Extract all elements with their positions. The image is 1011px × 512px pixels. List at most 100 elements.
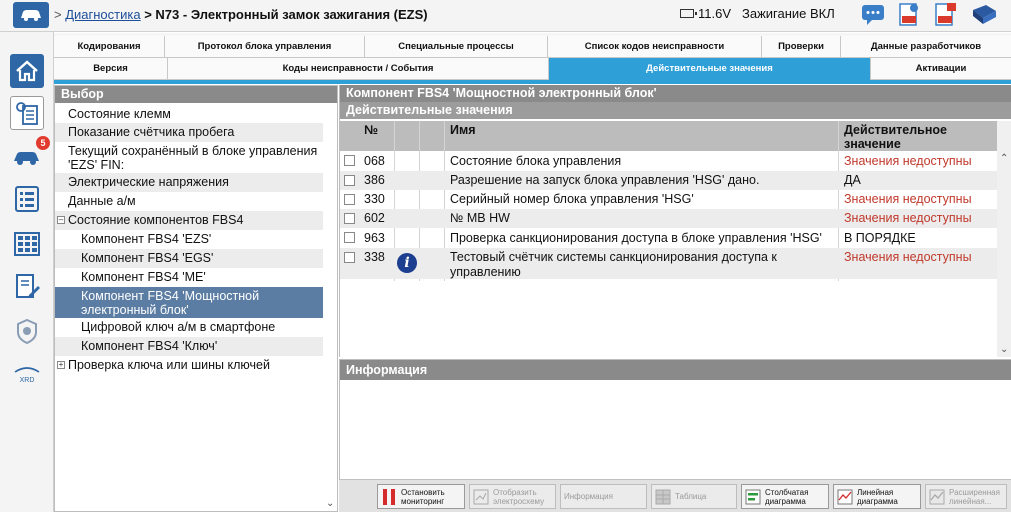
selection-scrollbar[interactable]: ⌄	[323, 103, 337, 511]
selection-panel: Выбор Состояние клемм Показание счётчика…	[54, 85, 338, 512]
row-value: Значения недоступны	[844, 192, 972, 206]
home-button[interactable]	[10, 54, 44, 88]
row-checkbox[interactable]	[344, 213, 355, 224]
tab-ecu-protocol[interactable]: Протокол блока управления	[165, 36, 365, 58]
chevron-down-icon[interactable]: ⌄	[326, 498, 334, 509]
ignition-status: Зажигание ВКЛ	[742, 6, 835, 21]
bottom-toolbar: Остановить мониторинг Отобразить электро…	[339, 479, 1011, 512]
vehicle-home-button[interactable]	[13, 2, 49, 28]
table-label: Таблица	[675, 492, 707, 501]
row-checkbox[interactable]	[344, 232, 355, 243]
sel-item-fbs4-key[interactable]: Компонент FBS4 'Ключ'	[55, 337, 323, 356]
values-subtitle: Действительные значения	[340, 102, 1011, 119]
tab-coding[interactable]: Кодирования	[54, 36, 165, 58]
sel-item-fbs4-egs[interactable]: Компонент FBS4 'EGS'	[55, 249, 323, 268]
top-header: > Диагностика > N73 - Электронный замок …	[0, 0, 1011, 32]
sel-item-key-bus-check-label: Проверка ключа или шины ключей	[68, 358, 270, 372]
car-icon	[21, 10, 41, 21]
sel-item-fbs4-ezs[interactable]: Компонент FBS4 'EZS'	[55, 230, 323, 249]
row-checkbox[interactable]	[344, 252, 355, 263]
active-tab-underline	[54, 80, 1011, 84]
sel-item-fbs4-components[interactable]: – Состояние компонентов FBS4	[55, 211, 323, 230]
tab-special-processes[interactable]: Специальные процессы	[365, 36, 548, 58]
chevron-down-icon[interactable]: ⌄	[1000, 344, 1008, 355]
line-chart-icon	[837, 489, 853, 504]
chat-icon[interactable]	[860, 2, 886, 28]
security-button[interactable]	[10, 314, 44, 348]
sel-item-key-bus-check[interactable]: + Проверка ключа или шины ключей	[55, 356, 323, 375]
sel-item-odometer[interactable]: Показание счётчика пробега	[55, 123, 323, 142]
row-checkbox[interactable]	[344, 194, 355, 205]
sel-item-stored-fin[interactable]: Текущий сохранённый в блоке управления '…	[55, 142, 323, 173]
values-scrollbar[interactable]: ⌃ ⌄	[997, 121, 1011, 357]
stop-icon	[383, 488, 395, 505]
pdf-export-icon[interactable]	[932, 2, 958, 28]
bar-chart-button[interactable]: Столбчатая диаграмма	[741, 484, 829, 509]
row-number: 330	[364, 192, 385, 206]
tab-activations[interactable]: Активации	[871, 58, 1011, 80]
information-button[interactable]: Информация	[560, 484, 647, 509]
extended-line-chart-icon	[929, 489, 945, 504]
table-row[interactable]: 338 i Тестовый счётчик системы санкциони…	[340, 248, 998, 279]
row-name: № MB HW	[450, 211, 510, 225]
selection-title: Выбор	[55, 86, 337, 103]
row-checkbox[interactable]	[344, 175, 355, 186]
table-row[interactable]: 068 Состояние блока управления Значения …	[340, 151, 998, 171]
show-wiring-diagram-button[interactable]: Отобразить электросхему	[469, 484, 556, 509]
ecu-list-button[interactable]	[10, 96, 44, 130]
table-row[interactable]: 602 № MB HW Значения недоступны	[340, 209, 998, 228]
breadcrumb-current: > N73 - Электронный замок зажигания (EZS…	[144, 7, 428, 22]
fault-count-badge: 5	[36, 136, 50, 150]
row-value: ДА	[844, 173, 861, 187]
xrd-button[interactable]: XRD	[10, 358, 44, 392]
collapse-icon[interactable]: –	[57, 216, 65, 224]
column-header-value[interactable]: Действительное значение	[844, 123, 984, 151]
sel-item-vehicle-data[interactable]: Данные а/м	[55, 192, 323, 211]
line-chart-button[interactable]: Линейная диаграмма	[833, 484, 921, 509]
table-row[interactable]: 963 Проверка санкционирования доступа в …	[340, 228, 998, 248]
actual-values-panel: Компонент FBS4 'Мощностной электронный б…	[339, 85, 1011, 357]
extended-line-chart-button[interactable]: Расширенная линейная...	[925, 484, 1007, 509]
row-number: 963	[364, 231, 385, 245]
sel-item-terminal-state[interactable]: Состояние клемм	[55, 105, 323, 123]
row-checkbox[interactable]	[344, 155, 355, 166]
values-table-header: № Имя Действительное значение	[340, 121, 998, 151]
svg-text:XRD: XRD	[20, 377, 35, 384]
information-button-label: Информация	[564, 492, 613, 501]
list-icon	[15, 186, 39, 212]
info-icon[interactable]: i	[397, 253, 417, 273]
sel-item-fbs4-me[interactable]: Компонент FBS4 'ME'	[55, 268, 323, 287]
expand-icon[interactable]: +	[57, 361, 65, 369]
vehicle-faults-button[interactable]: 5	[10, 136, 50, 174]
row-name: Серийный номер блока управления 'HSG'	[450, 192, 694, 206]
tab-actual-values[interactable]: Действительные значения	[549, 58, 871, 80]
table-button[interactable]: Таблица	[651, 484, 737, 509]
function-tabs: Кодирования Протокол блока управления Сп…	[54, 33, 1011, 80]
column-header-name[interactable]: Имя	[450, 123, 476, 137]
tab-developer-data[interactable]: Данные разработчиков	[841, 36, 1011, 58]
topology-button[interactable]	[10, 226, 44, 260]
manual-book-icon[interactable]	[970, 2, 996, 28]
document-edit-button[interactable]	[10, 270, 44, 304]
pdf-report-icon[interactable]	[896, 2, 922, 28]
tab-checks[interactable]: Проверки	[762, 36, 841, 58]
tab-fault-code-list[interactable]: Список кодов неисправности	[548, 36, 762, 58]
sel-item-voltages[interactable]: Электрические напряжения	[55, 173, 323, 192]
table-row[interactable]: 386 Разрешение на запуск блока управлени…	[340, 171, 998, 190]
breadcrumb-diagnostics-link[interactable]: Диагностика	[65, 7, 140, 22]
row-number: 338	[364, 250, 385, 264]
column-header-number[interactable]: №	[364, 123, 378, 137]
sel-item-digital-key-smartphone[interactable]: Цифровой ключ а/м в смартфоне	[55, 318, 323, 337]
chevron-up-icon[interactable]: ⌃	[1000, 153, 1008, 164]
sel-item-fbs4-power-electronics[interactable]: Компонент FBS4 'Мощностной электронный б…	[55, 287, 323, 318]
tab-fault-codes-events[interactable]: Коды неисправности / События	[168, 58, 549, 80]
battery-icon	[680, 9, 697, 18]
line-chart-label: Линейная диаграмма	[857, 487, 898, 506]
stop-monitoring-button[interactable]: Остановить мониторинг	[377, 484, 465, 509]
list-view-button[interactable]	[10, 182, 44, 216]
tab-version[interactable]: Версия	[54, 58, 168, 80]
stop-monitoring-label: Остановить мониторинг	[401, 487, 445, 506]
battery-status: 11.6V	[680, 6, 731, 21]
table-row[interactable]: 330 Серийный номер блока управления 'HSG…	[340, 190, 998, 209]
row-number: 068	[364, 154, 385, 168]
